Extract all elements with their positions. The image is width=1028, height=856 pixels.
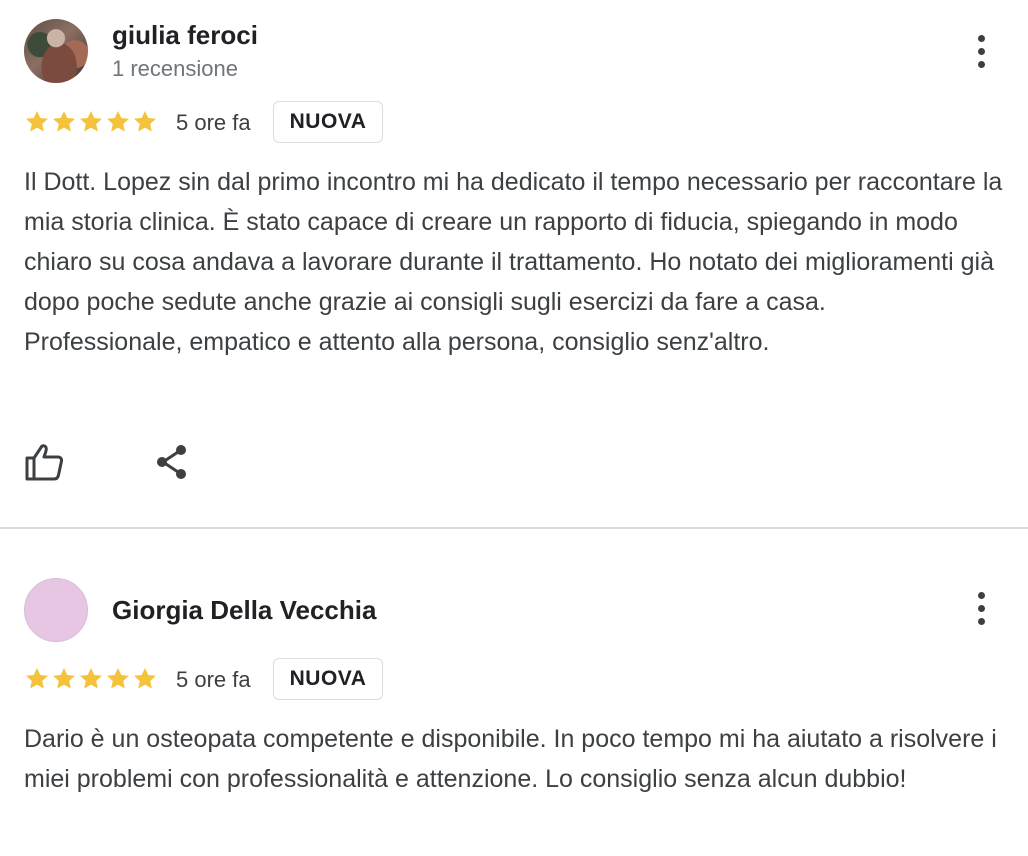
review-text: Il Dott. Lopez sin dal primo incontro mi…	[24, 168, 1003, 356]
review-card: giulia feroci 1 recensione 5 ore fa NUOV…	[0, 0, 1028, 528]
star-icon	[132, 109, 158, 135]
like-button[interactable]	[24, 442, 64, 482]
new-badge: NUOVA	[273, 101, 383, 143]
star-icon	[51, 666, 77, 692]
more-options-button[interactable]	[968, 589, 996, 629]
star-icon	[132, 666, 158, 692]
star-icon	[78, 109, 104, 135]
author-name[interactable]: Giorgia Della Vecchia	[112, 595, 376, 626]
thumb-up-icon	[25, 444, 64, 481]
review-time: 5 ore fa	[176, 667, 251, 692]
more-options-button[interactable]	[968, 32, 996, 72]
review-card: Giorgia Della Vecchia 5 ore fa NUOVA Dar…	[0, 529, 1028, 856]
star-rating	[24, 109, 158, 135]
avatar[interactable]	[24, 19, 88, 83]
avatar[interactable]	[24, 578, 88, 642]
author-name[interactable]: giulia feroci	[112, 20, 258, 51]
share-icon	[157, 445, 186, 479]
share-button[interactable]	[152, 442, 192, 482]
star-icon	[105, 666, 131, 692]
star-icon	[51, 109, 77, 135]
review-text: Dario è un osteopata competente e dispon…	[24, 725, 997, 793]
star-icon	[78, 666, 104, 692]
review-time: 5 ore fa	[176, 110, 251, 135]
new-badge: NUOVA	[273, 658, 383, 700]
author-review-count[interactable]: 1 recensione	[112, 56, 238, 82]
star-icon	[105, 109, 131, 135]
star-rating	[24, 666, 158, 692]
star-icon	[24, 109, 50, 135]
star-icon	[24, 666, 50, 692]
